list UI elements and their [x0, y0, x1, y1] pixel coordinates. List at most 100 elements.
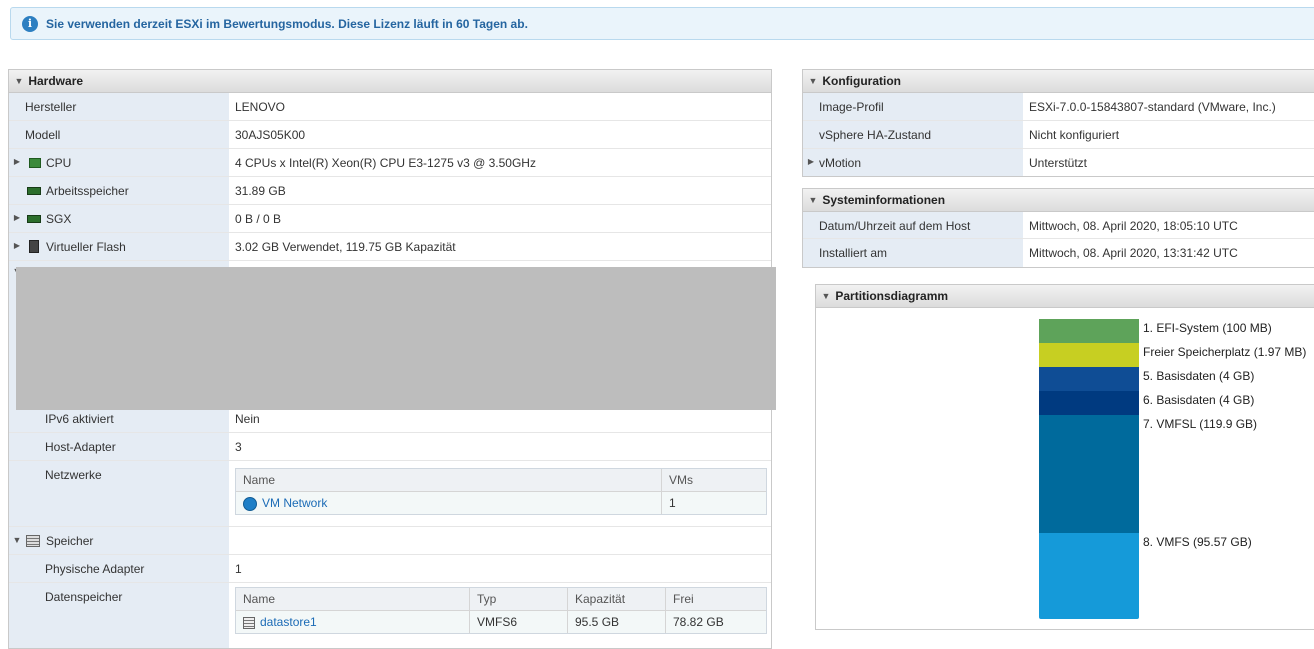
redacted-area — [16, 267, 776, 410]
cpu-label: CPU — [46, 156, 72, 170]
row-storage[interactable]: ▼ Speicher — [9, 527, 771, 555]
image-profile-label: Image-Profil — [819, 100, 884, 114]
datastore-icon — [243, 616, 255, 629]
model-label: Modell — [25, 128, 61, 142]
system-information-title: Systeminformationen — [822, 193, 946, 207]
storage-icon — [26, 535, 40, 547]
system-information-panel: ▼ Systeminformationen Datum/Uhrzeit auf … — [802, 188, 1314, 268]
partition-segment-efi — [1039, 319, 1139, 343]
memory-value: 31.89 GB — [235, 184, 286, 198]
host-datetime-label: Datum/Uhrzeit auf dem Host — [819, 219, 971, 233]
row-host-adapter: Host-Adapter 3 — [9, 433, 771, 461]
datastore-name-cell[interactable]: datastore1 — [236, 610, 470, 633]
hardware-title: Hardware — [28, 74, 84, 88]
physical-adapters-value: 1 — [235, 562, 242, 576]
row-manufacturer: Hersteller LENOVO — [9, 93, 771, 121]
host-adapter-label: Host-Adapter — [45, 440, 116, 454]
partition-label-vmfsl: 7. VMFSL (119.9 GB) — [1143, 417, 1258, 431]
installed-on-value: Mittwoch, 08. April 2020, 13:31:42 UTC — [1029, 246, 1238, 260]
col-header-vms[interactable]: VMs — [662, 469, 766, 491]
partition-label-free: Freier Speicherplatz (1.97 MB) — [1143, 345, 1307, 359]
evaluation-banner: i Sie verwenden derzeit ESXi im Bewertun… — [10, 7, 1314, 40]
manufacturer-label: Hersteller — [25, 100, 77, 114]
virtual-flash-label: Virtueller Flash — [46, 240, 126, 254]
row-sgx[interactable]: ▶ SGX 0 B / 0 B — [9, 205, 771, 233]
network-name-cell[interactable]: VM Network — [236, 491, 662, 514]
collapse-caret-icon[interactable]: ▼ — [807, 70, 819, 92]
collapse-caret-icon[interactable]: ▼ — [11, 535, 23, 545]
col-header-free[interactable]: Frei — [666, 588, 766, 610]
ipv6-value: Nein — [235, 412, 260, 426]
partition-label-basisdaten-6: 6. Basisdaten (4 GB) — [1143, 393, 1255, 407]
manufacturer-value: LENOVO — [235, 100, 286, 114]
network-icon — [243, 496, 257, 511]
networks-table: Name VMs VM Network 1 — [235, 468, 767, 515]
system-information-header[interactable]: ▼ Systeminformationen — [803, 189, 1314, 212]
sgx-icon — [27, 215, 41, 223]
cpu-value: 4 CPUs x Intel(R) Xeon(R) CPU E3-1275 v3… — [235, 156, 536, 170]
ha-state-label: vSphere HA-Zustand — [819, 128, 932, 142]
ha-state-value: Nicht konfiguriert — [1029, 128, 1120, 142]
row-cpu[interactable]: ▶ CPU 4 CPUs x Intel(R) Xeon(R) CPU E3-1… — [9, 149, 771, 177]
row-vmotion[interactable]: ▶ vMotion Unterstützt — [803, 149, 1314, 176]
installed-on-label: Installiert am — [819, 246, 888, 260]
partition-label-vmfs: 8. VMFS (95.57 GB) — [1143, 535, 1252, 549]
host-datetime-value: Mittwoch, 08. April 2020, 18:05:10 UTC — [1029, 219, 1238, 233]
flash-icon — [29, 240, 39, 253]
partition-label-basisdaten-5: 5. Basisdaten (4 GB) — [1143, 369, 1255, 383]
vmotion-value: Unterstützt — [1029, 156, 1088, 170]
cpu-icon — [29, 158, 41, 168]
collapse-caret-icon[interactable]: ▼ — [13, 70, 25, 92]
expand-caret-icon[interactable]: ▶ — [805, 157, 817, 166]
row-physical-adapters: Physische Adapter 1 — [9, 555, 771, 583]
col-header-capacity[interactable]: Kapazität — [568, 588, 666, 610]
memory-icon — [27, 187, 41, 195]
virtual-flash-value: 3.02 GB Verwendet, 119.75 GB Kapazität — [235, 240, 456, 254]
partition-segment-free — [1039, 343, 1139, 367]
col-header-name[interactable]: Name — [236, 588, 470, 610]
banner-message: Sie verwenden derzeit ESXi im Bewertungs… — [46, 17, 528, 31]
sgx-value: 0 B / 0 B — [235, 212, 282, 226]
host-adapter-value: 3 — [235, 440, 242, 454]
partition-segment-basisdaten-6 — [1039, 391, 1139, 415]
configuration-title: Konfiguration — [822, 74, 901, 88]
row-image-profile: Image-Profil ESXi-7.0.0-15843807-standar… — [803, 93, 1314, 121]
partition-label-efi: 1. EFI-System (100 MB) — [1143, 321, 1272, 335]
partition-segment-vmfsl — [1039, 415, 1139, 533]
datastore1-link[interactable]: datastore1 — [260, 615, 317, 629]
datastore-capacity-cell: 95.5 GB — [568, 610, 666, 633]
expand-caret-icon[interactable]: ▶ — [11, 213, 23, 222]
physical-adapters-label: Physische Adapter — [45, 562, 145, 576]
partition-segment-vmfs — [1039, 533, 1139, 619]
datastores-label: Datenspeicher — [45, 590, 123, 604]
vm-network-link[interactable]: VM Network — [262, 496, 327, 510]
info-icon: i — [22, 16, 38, 32]
datastores-table: Name Typ Kapazität Frei datastore1 VMFS6… — [235, 587, 767, 634]
row-installed-on: Installiert am Mittwoch, 08. April 2020,… — [803, 239, 1314, 267]
storage-label: Speicher — [46, 534, 94, 548]
partition-diagram-title: Partitionsdiagramm — [835, 289, 949, 303]
vmotion-label: vMotion — [819, 156, 862, 170]
partition-segment-basisdaten-5 — [1039, 367, 1139, 391]
configuration-panel: ▼ Konfiguration Image-Profil ESXi-7.0.0-… — [802, 69, 1314, 177]
col-header-type[interactable]: Typ — [470, 588, 568, 610]
row-networks: Netzwerke Name VMs VM Network 1 — [9, 461, 771, 527]
collapse-caret-icon[interactable]: ▼ — [807, 189, 819, 211]
model-value: 30AJS05K00 — [235, 128, 306, 142]
sgx-label: SGX — [46, 212, 72, 226]
expand-caret-icon[interactable]: ▶ — [11, 241, 23, 250]
row-ha-state: vSphere HA-Zustand Nicht konfiguriert — [803, 121, 1314, 149]
hardware-header[interactable]: ▼ Hardware — [9, 70, 771, 93]
datastore-type-cell: VMFS6 — [470, 610, 568, 633]
row-host-datetime: Datum/Uhrzeit auf dem Host Mittwoch, 08.… — [803, 212, 1314, 239]
partition-diagram-header[interactable]: ▼ Partitionsdiagramm — [816, 285, 1314, 308]
networks-label: Netzwerke — [45, 468, 102, 482]
network-vms-cell: 1 — [662, 491, 766, 514]
col-header-name[interactable]: Name — [236, 469, 662, 491]
expand-caret-icon[interactable]: ▶ — [11, 157, 23, 166]
row-virtual-flash[interactable]: ▶ Virtueller Flash 3.02 GB Verwendet, 11… — [9, 233, 771, 261]
datastore-free-cell: 78.82 GB — [666, 610, 766, 633]
collapse-caret-icon[interactable]: ▼ — [820, 285, 832, 307]
configuration-header[interactable]: ▼ Konfiguration — [803, 70, 1314, 93]
row-memory: Arbeitsspeicher 31.89 GB — [9, 177, 771, 205]
